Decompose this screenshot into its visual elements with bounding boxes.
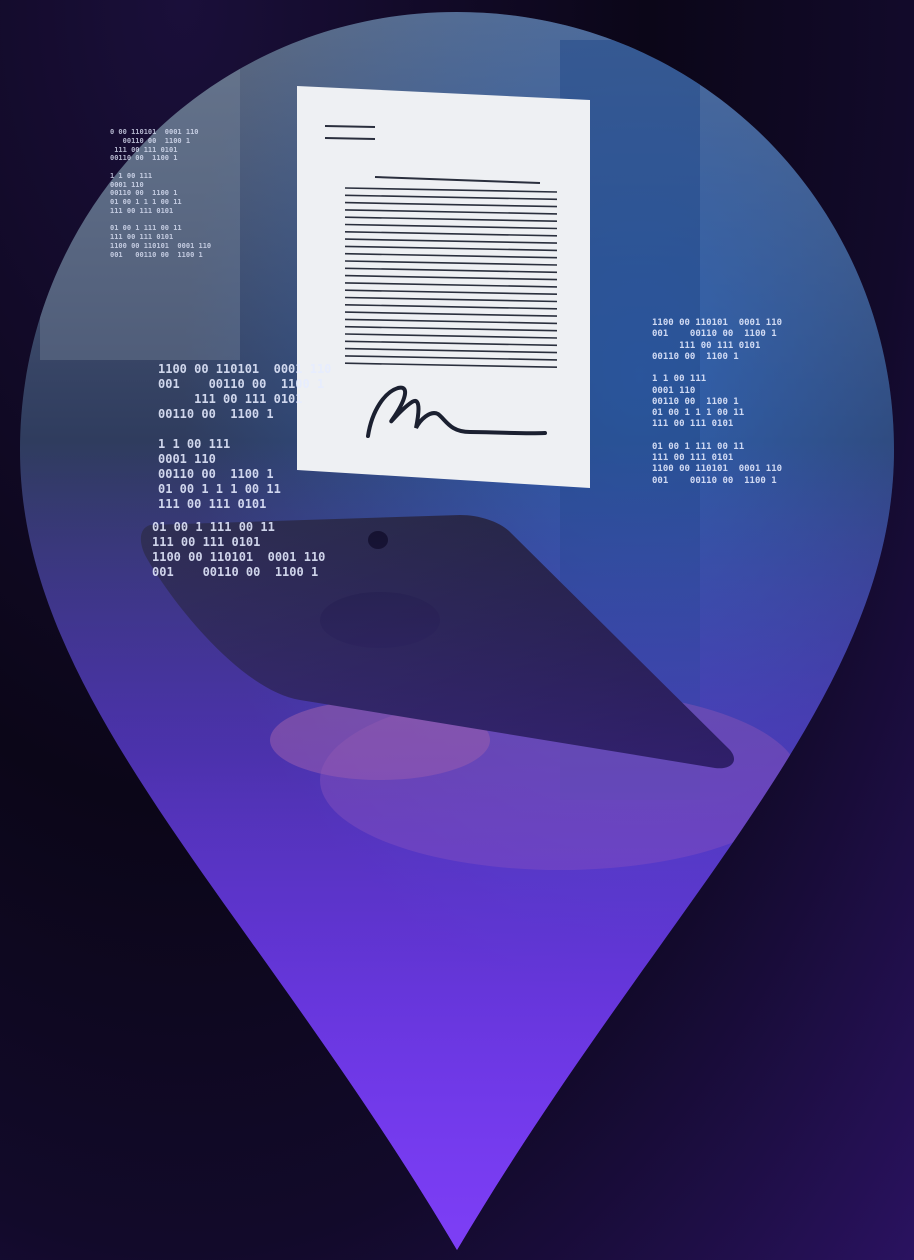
binary-code-stream: 1100 00 110101 0001 110 001 00110 00 110…	[158, 362, 332, 511]
binary-code-stream: 0 00 110101 0001 110 00110 00 1100 1 111…	[110, 128, 212, 259]
floating-document	[297, 86, 590, 488]
binary-code-stream: 01 00 1 111 00 11 111 00 111 0101 1100 0…	[152, 520, 326, 579]
binary-code-stream: 1100 00 110101 0001 110 001 00110 00 110…	[652, 318, 783, 486]
